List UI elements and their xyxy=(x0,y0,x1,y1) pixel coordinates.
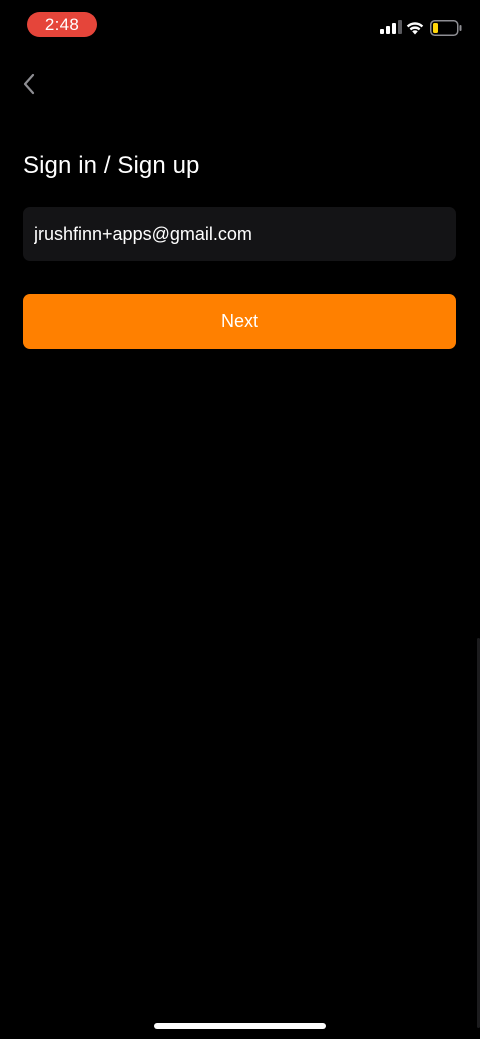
chevron-left-icon xyxy=(23,73,35,95)
signal-icon xyxy=(380,20,402,34)
battery-icon xyxy=(430,20,462,36)
email-field[interactable] xyxy=(23,207,456,261)
wifi-icon xyxy=(406,22,424,35)
back-button[interactable] xyxy=(14,68,44,100)
home-indicator[interactable] xyxy=(154,1023,326,1029)
status-bar: 2:48 xyxy=(0,0,480,50)
page-title: Sign in / Sign up xyxy=(23,152,200,179)
status-time: 2:48 xyxy=(27,12,97,37)
next-button[interactable]: Next xyxy=(23,294,456,349)
